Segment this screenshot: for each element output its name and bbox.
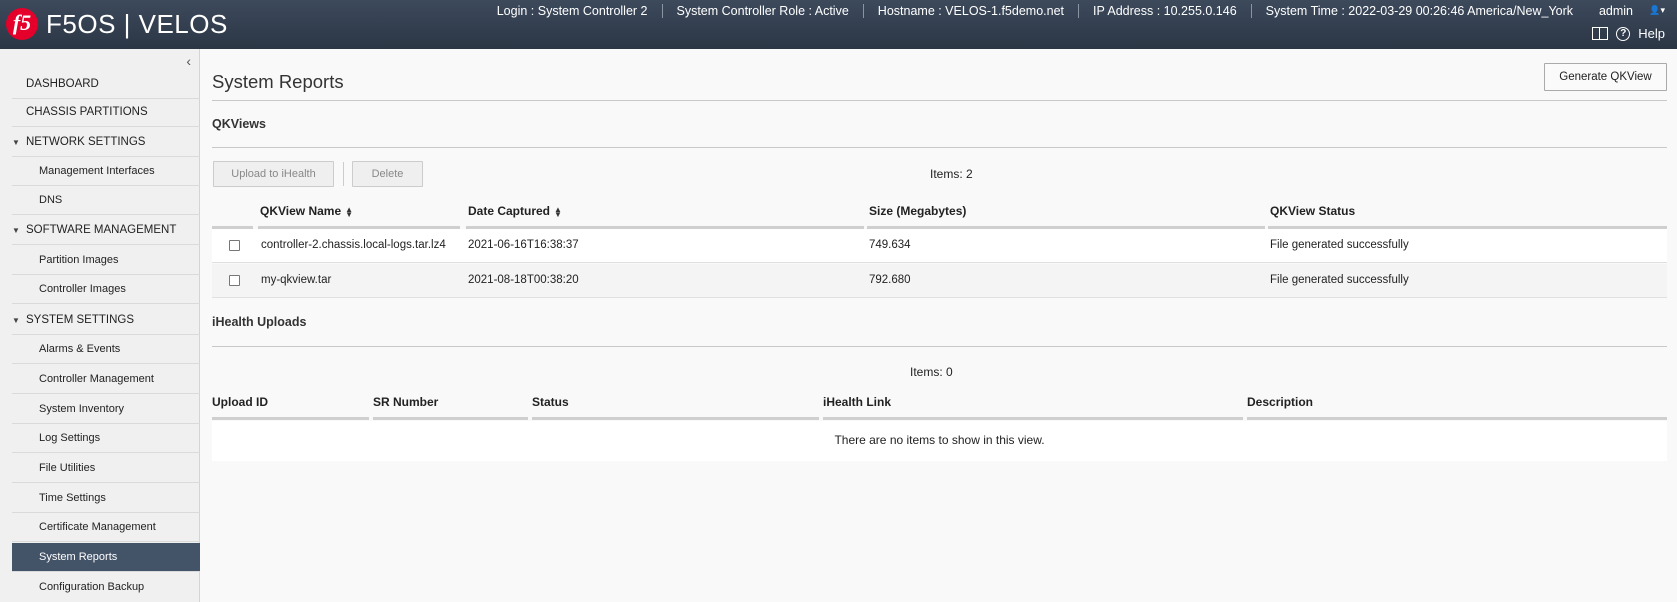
help-icon[interactable]: ? [1616, 26, 1631, 41]
ip-address-info: IP Address : 10.255.0.146 [1079, 4, 1252, 18]
column-header-ihealth-link[interactable]: iHealth Link [823, 395, 891, 415]
column-header-upload-id[interactable]: Upload ID [212, 395, 268, 415]
nav-configuration-backup[interactable]: Configuration Backup [12, 573, 200, 602]
nav-alarms-events[interactable]: Alarms & Events [12, 335, 200, 364]
qkviews-items-count: Items: 2 [930, 167, 973, 181]
status-cell: File generated successfully [1270, 274, 1409, 286]
controller-role-info: System Controller Role : Active [663, 4, 864, 18]
top-header: f5 F5OS | VELOS Login : System Controlle… [0, 0, 1677, 49]
column-bar-description [1247, 417, 1667, 420]
column-header-size[interactable]: Size (Megabytes) [869, 204, 966, 224]
header-info-bar: Login : System Controller 2 System Contr… [483, 2, 1577, 20]
f5-logo: f5 [6, 8, 38, 40]
nav-file-utilities[interactable]: File Utilities [12, 454, 200, 483]
column-header-qkview-name[interactable]: QKView Name ▲ ▼ [260, 204, 353, 224]
table-row[interactable]: my-qkview.tar 2021-08-18T00:38:20 792.68… [212, 264, 1667, 298]
caret-down-icon: ▼ [12, 226, 20, 235]
help-link[interactable]: Help [1638, 26, 1665, 41]
nav-dashboard[interactable]: DASHBOARD [12, 70, 200, 99]
ihealth-divider [212, 346, 1667, 347]
row-checkbox[interactable] [229, 275, 240, 286]
ihealth-items-count: Items: 0 [910, 365, 953, 379]
column-bar-status [532, 417, 819, 420]
nav-system-reports[interactable]: System Reports [12, 543, 200, 572]
generate-qkview-button[interactable]: Generate QKView [1544, 63, 1667, 91]
table-row[interactable]: controller-2.chassis.local-logs.tar.lz4 … [212, 229, 1667, 263]
nav-dns[interactable]: DNS [12, 186, 200, 215]
size-cell: 792.680 [869, 274, 911, 286]
main-content: System Reports Generate QKView QKViews U… [200, 49, 1677, 602]
column-header-qkview-status[interactable]: QKView Status [1270, 204, 1355, 224]
column-header-date-captured[interactable]: Date Captured ▲ ▼ [468, 204, 562, 224]
user-menu-icon[interactable]: 👤▾ [1649, 1, 1665, 19]
caret-down-icon: ▼ [12, 316, 20, 325]
column-bar-upload-id [212, 417, 369, 420]
documentation-icon[interactable] [1592, 27, 1609, 40]
collapse-sidebar-icon[interactable]: ‹ [186, 53, 191, 69]
nav-network-settings[interactable]: ▼ NETWORK SETTINGS [12, 128, 200, 157]
nav-controller-images[interactable]: Controller Images [12, 275, 200, 304]
qkview-name-cell: my-qkview.tar [261, 274, 332, 286]
system-time-info: System Time : 2022-03-29 00:26:46 Americ… [1265, 4, 1573, 18]
user-menu[interactable]: admin [1599, 2, 1633, 20]
user-name: admin [1598, 4, 1633, 18]
title-divider [212, 100, 1667, 101]
nav-partition-images[interactable]: Partition Images [12, 246, 200, 275]
product-name: F5OS | VELOS [46, 9, 228, 39]
hostname-info: Hostname : VELOS-1.f5demo.net [864, 4, 1080, 18]
sidebar: ‹ DASHBOARD CHASSIS PARTITIONS ▼ NETWORK … [0, 49, 200, 602]
header-actions: ? Help [1592, 26, 1665, 41]
nav-system-settings[interactable]: ▼ SYSTEM SETTINGS [12, 306, 200, 335]
column-bar-ihealth-link [823, 417, 1243, 420]
empty-table-message: There are no items to show in this view. [212, 421, 1667, 461]
date-captured-cell: 2021-08-18T00:38:20 [468, 274, 579, 286]
nav-system-inventory[interactable]: System Inventory [12, 395, 200, 424]
caret-down-icon: ▼ [12, 138, 20, 147]
column-header-sr-number[interactable]: SR Number [373, 395, 438, 415]
qkviews-divider [212, 147, 1667, 148]
nav-log-settings[interactable]: Log Settings [12, 424, 200, 453]
qkview-name-cell: controller-2.chassis.local-logs.tar.lz4 [261, 239, 446, 251]
column-bar-sr-number [373, 417, 528, 420]
upload-to-ihealth-button[interactable]: Upload to iHealth [213, 161, 334, 187]
nav-controller-management[interactable]: Controller Management [12, 365, 200, 394]
column-header-description[interactable]: Description [1247, 395, 1313, 415]
nav-time-settings[interactable]: Time Settings [12, 484, 200, 513]
nav-management-interfaces[interactable]: Management Interfaces [12, 157, 200, 186]
toolbar-separator [343, 162, 344, 186]
page-title: System Reports [212, 71, 344, 92]
row-checkbox[interactable] [229, 240, 240, 251]
sort-icon[interactable]: ▲ ▼ [554, 205, 562, 218]
date-captured-cell: 2021-06-16T16:38:37 [468, 239, 579, 251]
status-cell: File generated successfully [1270, 239, 1409, 251]
column-header-status[interactable]: Status [532, 395, 569, 415]
nav-chassis-partitions[interactable]: CHASSIS PARTITIONS [12, 98, 200, 127]
sort-icon[interactable]: ▲ ▼ [345, 205, 353, 218]
delete-button[interactable]: Delete [352, 161, 423, 187]
login-info: Login : System Controller 2 [483, 4, 663, 18]
nav-software-management[interactable]: ▼ SOFTWARE MANAGEMENT [12, 216, 200, 245]
nav-certificate-management[interactable]: Certificate Management [12, 513, 200, 542]
qkviews-section-title: QKViews [212, 117, 266, 131]
ihealth-section-title: iHealth Uploads [212, 315, 307, 329]
size-cell: 749.634 [869, 239, 911, 251]
